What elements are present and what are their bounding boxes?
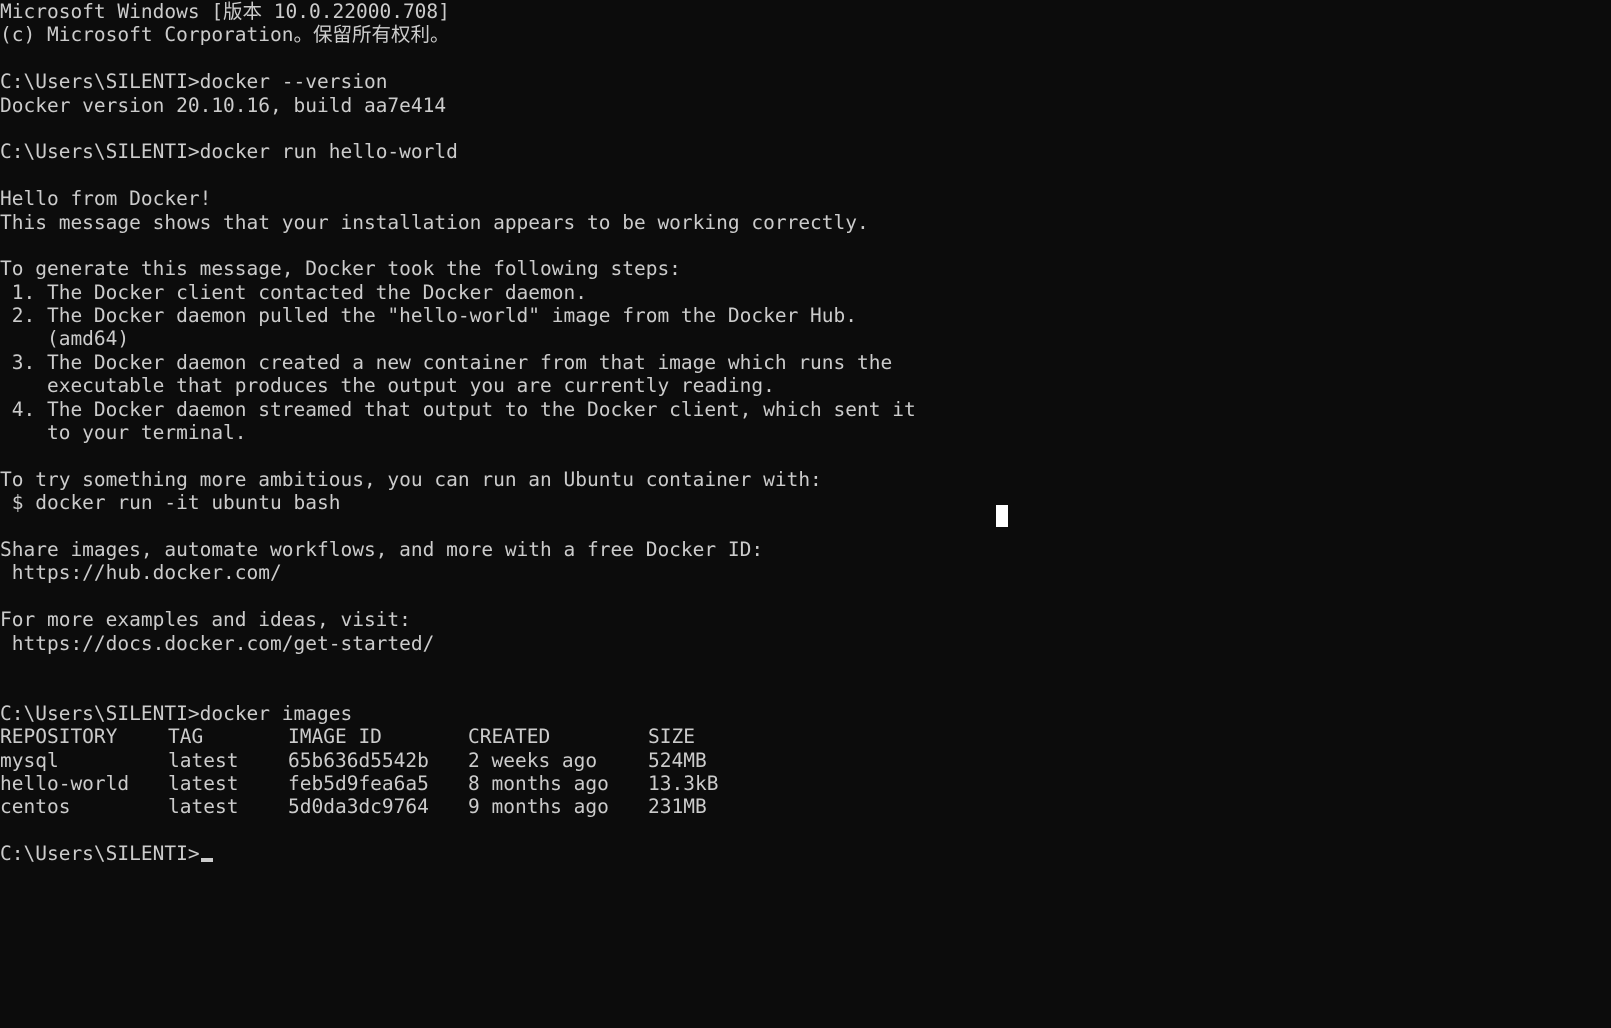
copyright-line: (c) Microsoft Corporation。保留所有权利。 — [0, 23, 450, 47]
prompt: C:\Users\SILENTI> — [0, 70, 200, 94]
command-line-run: C:\Users\SILENTI>docker run hello-world — [0, 140, 1611, 163]
output-line: (amd64) — [0, 327, 130, 351]
table-row: centos latest 5d0da3dc9764 9 months ago 231M… — [0, 795, 1611, 818]
command-text: docker run hello-world — [199, 140, 458, 164]
created-cell: 8 months ago — [468, 771, 609, 795]
output-line: For more examples and ideas, visit: — [0, 608, 411, 632]
tag-cell: latest — [168, 795, 239, 819]
output-line: 1. The Docker client contacted the Docke… — [0, 280, 587, 304]
output-line: $ docker run -it ubuntu bash — [0, 491, 341, 515]
output-line: 4. The Docker daemon streamed that outpu… — [0, 397, 916, 421]
command-text: docker images — [199, 701, 353, 725]
tag-cell: latest — [168, 771, 239, 795]
output-line: to your terminal. — [0, 421, 247, 445]
repository-cell: hello-world — [0, 771, 130, 795]
command-text: docker --version — [199, 70, 388, 94]
docs-link: https://docs.docker.com/get-started/ — [0, 631, 435, 655]
command-line-current[interactable]: C:\Users\SILENTI> — [0, 842, 1611, 865]
size-cell: 13.3kB — [648, 771, 719, 795]
created-cell: 9 months ago — [468, 795, 609, 819]
output-line: 3. The Docker daemon created a new conta… — [0, 350, 893, 374]
images-table-header: REPOSITORY TAG IMAGE ID CREATED SIZE — [0, 725, 1611, 748]
os-version-line: Microsoft Windows [版本 10.0.22000.708] — [0, 0, 450, 23]
output-line: Share images, automate workflows, and mo… — [0, 537, 764, 561]
output-line: executable that produces the output you … — [0, 374, 775, 398]
size-cell: 524MB — [648, 748, 707, 772]
created-cell: 2 weeks ago — [468, 748, 598, 772]
output-line: 2. The Docker daemon pulled the "hello-w… — [0, 304, 858, 328]
mouse-text-cursor — [996, 505, 1008, 527]
text-cursor — [200, 858, 213, 863]
column-header-created: CREATED — [468, 725, 551, 749]
command-line-images: C:\Users\SILENTI>docker images — [0, 702, 1611, 725]
repository-cell: centos — [0, 795, 71, 819]
version-output: Docker version 20.10.16, build aa7e414 — [0, 93, 447, 117]
repository-cell: mysql — [0, 748, 59, 772]
table-row: mysql latest 65b636d5542b 2 weeks ago 524MB — [0, 749, 1611, 772]
column-header-repository: REPOSITORY — [0, 725, 118, 749]
image-id-cell: feb5d9fea6a5 — [288, 771, 429, 795]
prompt: C:\Users\SILENTI> — [0, 842, 200, 866]
image-id-cell: 5d0da3dc9764 — [288, 795, 429, 819]
image-id-cell: 65b636d5542b — [288, 748, 429, 772]
command-line-version: C:\Users\SILENTI>docker --version — [0, 70, 1611, 93]
column-header-size: SIZE — [648, 725, 695, 749]
output-line: Hello from Docker! — [0, 187, 212, 211]
prompt: C:\Users\SILENTI> — [0, 140, 200, 164]
prompt: C:\Users\SILENTI> — [0, 701, 200, 725]
output-line: To generate this message, Docker took th… — [0, 257, 681, 281]
column-header-image-id: IMAGE ID — [288, 725, 382, 749]
tag-cell: latest — [168, 748, 239, 772]
terminal-window[interactable]: Microsoft Windows [版本 10.0.22000.708] (c… — [0, 0, 1611, 1028]
size-cell: 231MB — [648, 795, 707, 819]
hub-link: https://hub.docker.com/ — [0, 561, 282, 585]
output-line: This message shows that your installatio… — [0, 210, 869, 234]
table-row: hello-world latest feb5d9fea6a5 8 months ag… — [0, 772, 1611, 795]
output-line: To try something more ambitious, you can… — [0, 467, 822, 491]
column-header-tag: TAG — [168, 725, 204, 749]
